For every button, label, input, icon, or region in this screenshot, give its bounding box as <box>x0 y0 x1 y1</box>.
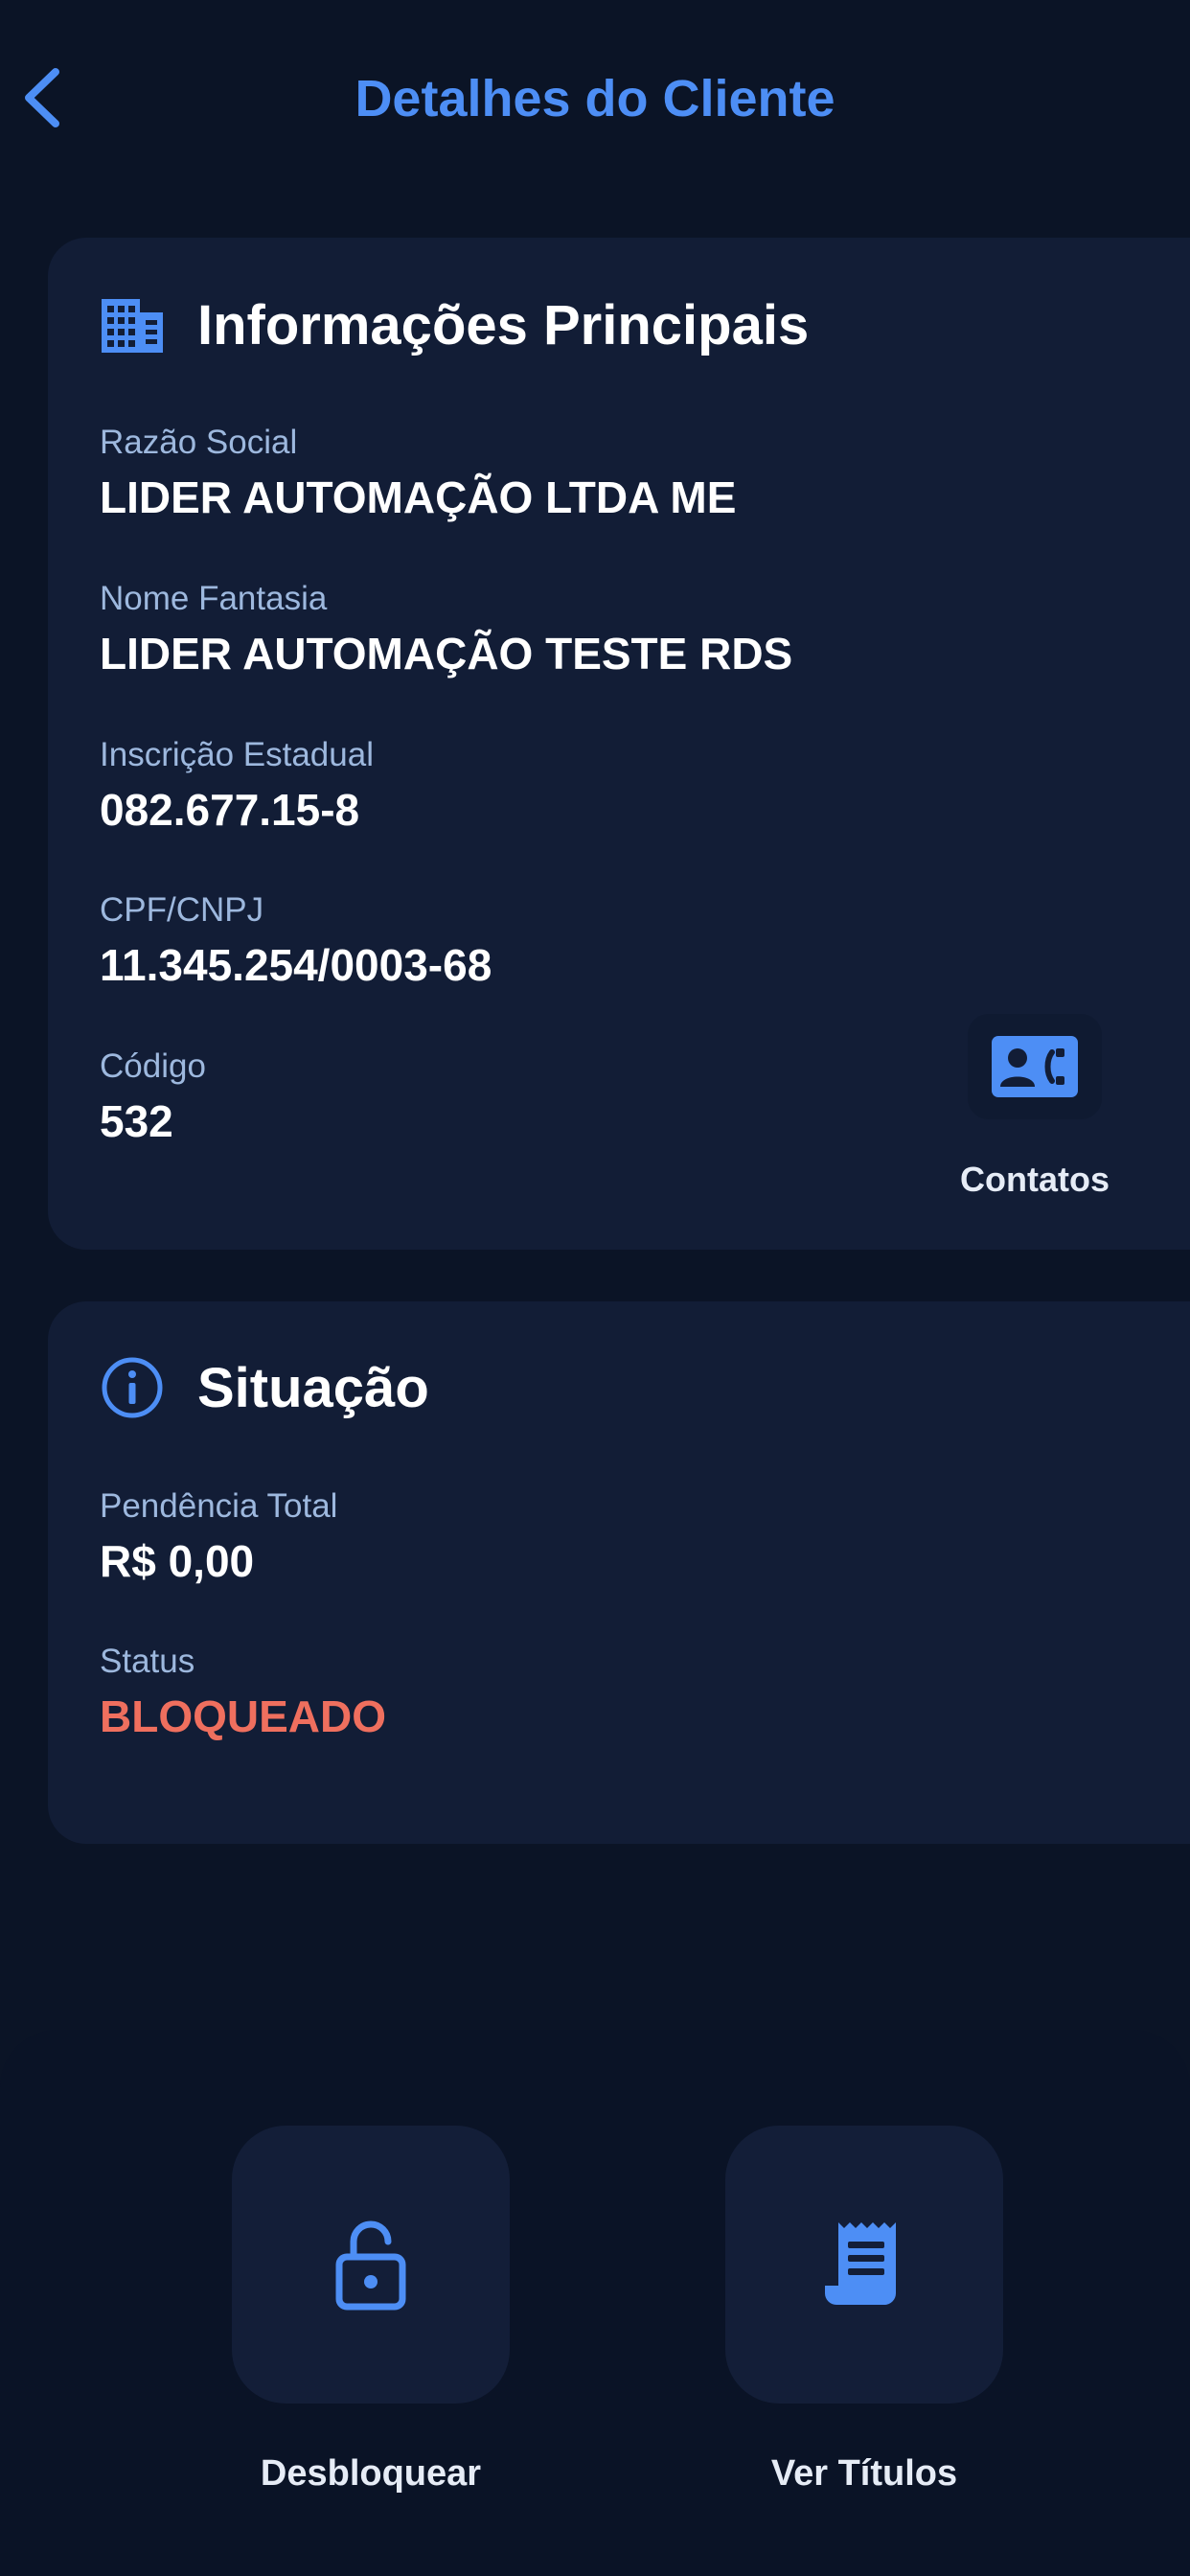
situation-title: Situação <box>197 1356 429 1419</box>
main-info-card: Informações Principais Razão Social LIDE… <box>48 238 1190 1250</box>
cpf-cnpj-value: 11.345.254/0003-68 <box>100 940 492 990</box>
contacts-icon-box <box>968 1014 1102 1119</box>
unlock-button[interactable]: Desbloquear <box>232 2126 510 2495</box>
main-info-title-row: Informações Principais <box>100 293 809 357</box>
unlock-icon <box>335 2220 406 2311</box>
view-titles-button[interactable]: Ver Títulos <box>725 2126 1003 2495</box>
situation-title-row: Situação <box>100 1355 429 1420</box>
bottom-action-bar <box>0 2030 1190 2576</box>
inscricao-estadual-label: Inscrição Estadual <box>100 736 374 773</box>
pendencia-total-label: Pendência Total <box>100 1487 338 1525</box>
situation-card: Situação Pendência Total R$ 0,00 Status … <box>48 1301 1190 1844</box>
pendencia-total-value: R$ 0,00 <box>100 1536 255 1586</box>
building-icon <box>102 298 163 353</box>
view-titles-label: Ver Títulos <box>770 2453 958 2494</box>
cpf-cnpj-label: CPF/CNPJ <box>100 891 264 929</box>
contacts-button[interactable]: Contatos <box>929 1014 1140 1206</box>
codigo-label: Código <box>100 1047 206 1085</box>
page-title: Detalhes do Cliente <box>355 70 835 127</box>
main-info-title: Informações Principais <box>197 294 810 356</box>
nome-fantasia-label: Nome Fantasia <box>100 580 328 617</box>
view-titles-icon-box <box>725 2126 1003 2404</box>
razao-social-label: Razão Social <box>100 424 298 461</box>
receipt-icon <box>825 2222 896 2305</box>
status-value: BLOQUEADO <box>100 1691 386 1741</box>
unlock-icon-box <box>232 2126 510 2404</box>
info-icon <box>102 1357 163 1418</box>
codigo-value: 532 <box>100 1096 173 1146</box>
razao-social-value: LIDER AUTOMAÇÃO LTDA ME <box>100 472 737 522</box>
status-label: Status <box>100 1643 195 1680</box>
unlock-label: Desbloquear <box>260 2453 482 2494</box>
inscricao-estadual-value: 082.677.15-8 <box>100 785 360 835</box>
header: Detalhes do Cliente <box>0 0 1190 201</box>
contacts-label: Contatos <box>960 1160 1110 1199</box>
contact-phone-icon <box>992 1036 1078 1097</box>
nome-fantasia-value: LIDER AUTOMAÇÃO TESTE RDS <box>100 629 793 678</box>
